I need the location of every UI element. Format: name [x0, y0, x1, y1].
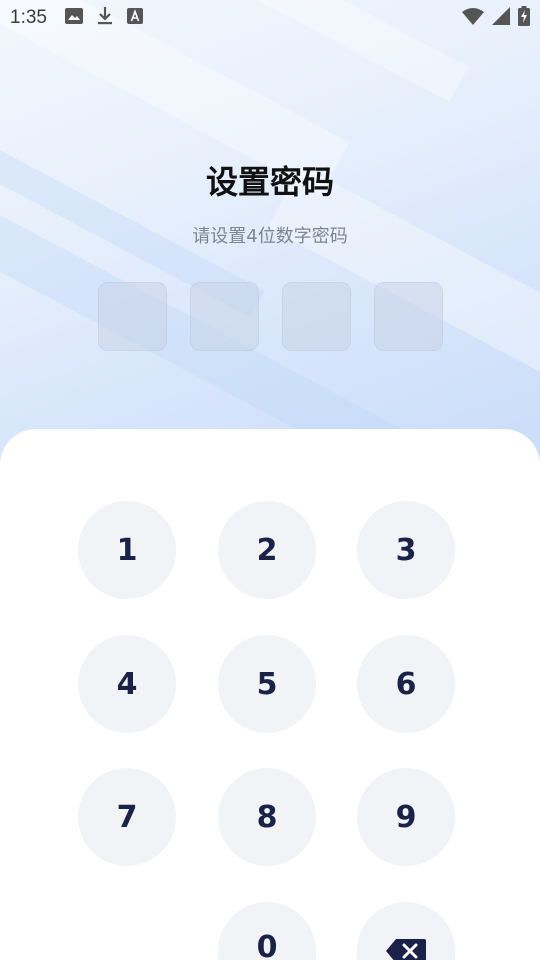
key-2[interactable]: 2	[218, 501, 316, 599]
page-title: 设置密码	[205, 163, 334, 201]
download-icon	[97, 7, 113, 29]
key-3[interactable]: 3	[357, 501, 455, 599]
key-8[interactable]: 8	[218, 768, 316, 866]
key-1[interactable]: 1	[78, 501, 176, 599]
status-bar: 1:35	[0, 0, 540, 36]
key-5[interactable]: 5	[218, 635, 316, 733]
key-6[interactable]: 6	[357, 635, 455, 733]
battery-charging-icon	[518, 6, 530, 30]
pin-input-row	[98, 282, 443, 351]
pin-box	[282, 282, 351, 351]
key-7[interactable]: 7	[78, 768, 176, 866]
backspace-icon	[386, 936, 426, 960]
key-4[interactable]: 4	[78, 635, 176, 733]
signal-icon	[492, 7, 510, 29]
key-9[interactable]: 9	[357, 768, 455, 866]
wifi-icon	[462, 7, 484, 29]
font-icon	[126, 8, 143, 28]
pin-box	[98, 282, 167, 351]
pin-box	[190, 282, 259, 351]
status-time: 1:35	[10, 7, 47, 28]
page-subtitle: 请设置4位数字密码	[192, 226, 348, 247]
image-icon	[64, 8, 83, 28]
pin-box	[374, 282, 443, 351]
